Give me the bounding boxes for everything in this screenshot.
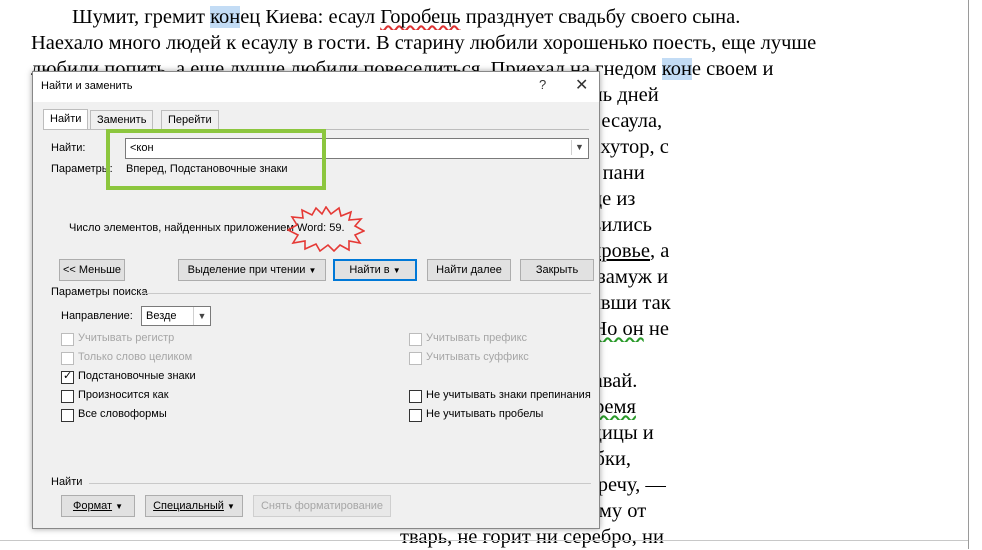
clear-format-button[interactable]: Снять форматирование	[253, 495, 391, 517]
tab-replace[interactable]: Заменить	[90, 110, 154, 129]
checkbox-label: Только слово целиком	[78, 351, 193, 363]
dropdown-arrow-icon: ▼	[392, 266, 401, 275]
find-in-button[interactable]: Найти в ▼	[333, 259, 417, 281]
format-button[interactable]: Формат ▼	[61, 495, 135, 517]
reading-highlight-button[interactable]: Выделение при чтении ▼	[178, 259, 326, 281]
tab-goto[interactable]: Перейти	[161, 110, 219, 129]
checkbox-label: Учитывать префикс	[426, 332, 528, 344]
dropdown-arrow-icon: ▼	[227, 502, 235, 511]
text-run: празднует свадьбу своего сына.	[460, 6, 741, 28]
less-button-label: << Меньше	[62, 264, 122, 276]
checkbox[interactable]	[61, 390, 74, 403]
checkmark-icon: ✓	[63, 370, 73, 382]
checkbox	[61, 352, 74, 365]
params-label: Параметры:	[51, 163, 113, 175]
checkbox[interactable]	[61, 409, 74, 422]
search-match: кон	[210, 6, 241, 28]
checkbox[interactable]: ✓	[61, 370, 74, 384]
direction-value: Везде	[146, 310, 177, 322]
text-run: е своем и	[691, 58, 774, 80]
tab-goto-label: Перейти	[168, 114, 212, 126]
find-replace-dialog: Найти и заменить ? ✕ Найти Заменить Пере…	[32, 71, 600, 529]
text-run: не	[643, 318, 669, 340]
reading-highlight-label: Выделение при чтении	[187, 264, 306, 276]
find-label: Найти:	[51, 142, 86, 154]
special-button[interactable]: Специальный ▼	[145, 495, 243, 517]
help-icon[interactable]: ?	[539, 77, 546, 92]
checkbox-label: Подстановочные знаки	[78, 370, 196, 382]
tab-find-label: Найти	[50, 113, 82, 125]
annotation-green-box	[106, 129, 326, 190]
close-button[interactable]: Закрыть	[520, 259, 594, 281]
checkbox	[409, 333, 422, 346]
find-next-label: Найти далее	[436, 264, 502, 276]
find-in-label: Найти в	[349, 264, 390, 276]
close-button-label: Закрыть	[535, 264, 579, 276]
text-run: ец Киева: есаул	[240, 6, 381, 28]
checkbox-label: Учитывать суффикс	[426, 351, 529, 363]
annotation-starburst-icon	[287, 206, 365, 252]
text-run: Наехало много людей к есаулу в гости. В …	[31, 32, 817, 54]
checkbox[interactable]	[409, 409, 422, 422]
checkbox-label: Произносится как	[78, 389, 169, 401]
checkbox	[61, 333, 74, 346]
dropdown-arrow-icon: ▼	[115, 502, 124, 511]
document-line[interactable]: Наехало много людей к есаулу в гости. В …	[31, 30, 903, 56]
text-run: Шумит, гремит	[31, 6, 211, 28]
checkbox	[409, 352, 422, 365]
search-options-title: Параметры поиска	[51, 286, 148, 298]
dialog-titlebar[interactable]: Найти и заменить ? ✕	[33, 72, 599, 102]
search-match: кон	[661, 58, 692, 80]
dialog-title: Найти и заменить	[41, 80, 133, 92]
chevron-down-icon[interactable]: ▼	[571, 140, 587, 155]
document-line[interactable]: Шумит, гремит конец Киева: есаул Горобец…	[31, 4, 903, 30]
text-run: тварь, не горит ни серебро, ни	[31, 526, 664, 548]
separator	[141, 293, 591, 294]
checkbox-label: Учитывать регистр	[78, 332, 175, 344]
less-button[interactable]: << Меньше	[59, 259, 125, 281]
text-run: , а	[650, 240, 670, 262]
separator	[89, 483, 591, 484]
checkbox[interactable]	[409, 390, 422, 403]
direction-select[interactable]: Везде ▼	[141, 306, 211, 326]
find-section-title: Найти	[51, 476, 83, 488]
direction-label: Направление:	[61, 310, 133, 322]
text-run: Горобець	[380, 6, 461, 28]
format-button-label: Формат	[72, 500, 113, 512]
close-icon[interactable]: ✕	[575, 75, 588, 95]
checkbox-label: Все словоформы	[78, 408, 167, 420]
clear-format-label: Снять форматирование	[260, 500, 384, 512]
chevron-down-icon[interactable]: ▼	[193, 307, 210, 325]
special-button-label: Специальный	[153, 500, 224, 512]
tab-find[interactable]: Найти	[43, 109, 89, 129]
page-edge	[968, 0, 969, 549]
dropdown-arrow-icon: ▼	[308, 266, 317, 275]
find-next-button[interactable]: Найти далее	[427, 259, 511, 281]
page-bottom-edge	[0, 540, 968, 541]
checkbox-label: Не учитывать знаки препинания	[426, 389, 591, 401]
tab-replace-label: Заменить	[97, 114, 147, 126]
checkbox-label: Не учитывать пробелы	[426, 408, 544, 420]
